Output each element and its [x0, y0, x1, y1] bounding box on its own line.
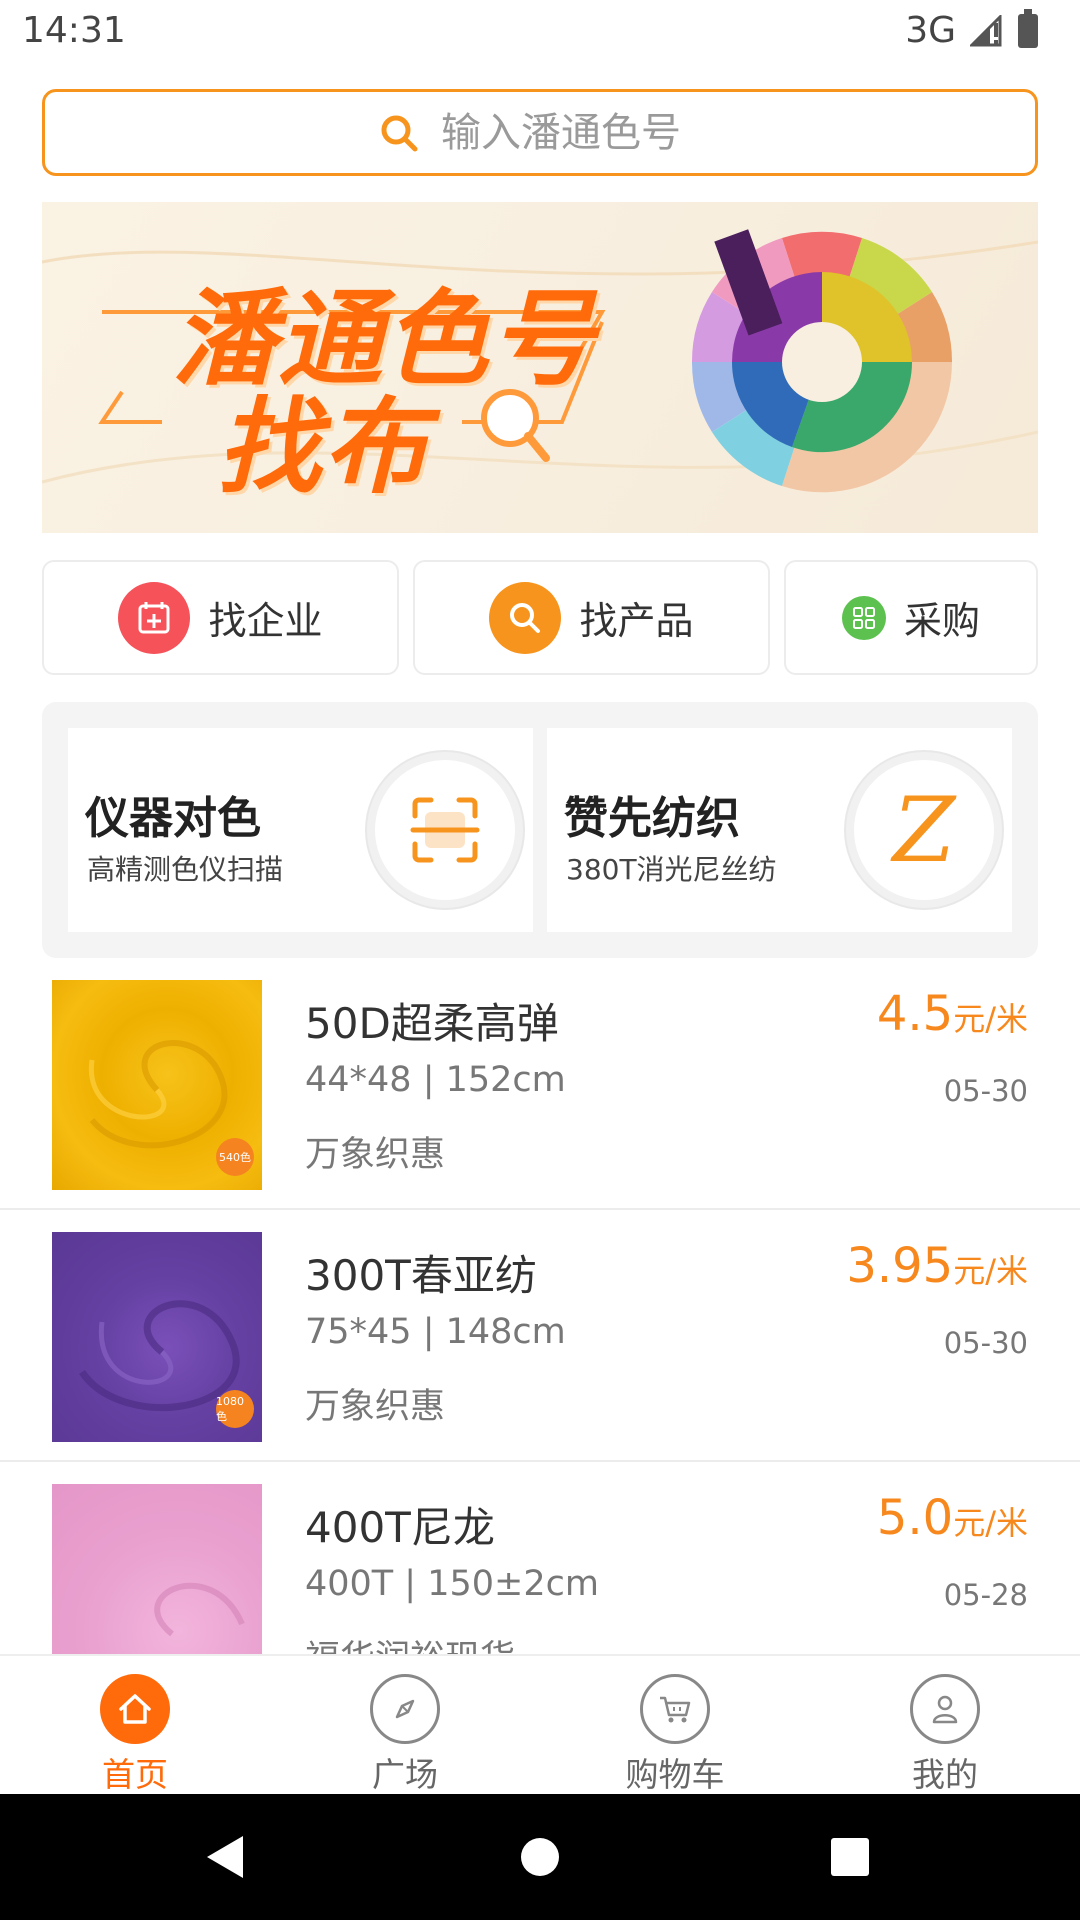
- color-fan-illustration: [691, 229, 953, 493]
- purchase-button[interactable]: 采购: [784, 560, 1038, 675]
- user-icon: [910, 1674, 980, 1744]
- find-product-button[interactable]: 找产品: [413, 560, 770, 675]
- product-spec: 75*45 | 148cm: [305, 1312, 566, 1352]
- product-seller: 万象织惠: [305, 1387, 446, 1427]
- swatch-count-badge: 540色: [216, 1138, 254, 1176]
- product-thumbnail: [52, 1484, 262, 1654]
- swatch-count-badge: 1080色: [216, 1390, 254, 1428]
- product-spec: 400T | 150±2cm: [305, 1564, 599, 1604]
- product-date: 05-30: [943, 1326, 1028, 1360]
- compass-icon: [370, 1674, 440, 1744]
- product-price: 4.5元/米: [876, 986, 1028, 1042]
- product-item[interactable]: 540色 50D超柔高弹 44*48 | 152cm 万象织惠 4.5元/米 0…: [0, 966, 1080, 1217]
- nav-home[interactable]: 首页: [55, 1674, 215, 1796]
- nav-mine[interactable]: 我的: [865, 1674, 1025, 1796]
- search-input[interactable]: [441, 109, 701, 156]
- product-name: 300T春亚纺: [305, 1251, 537, 1300]
- recents-icon[interactable]: [830, 1834, 870, 1880]
- find-enterprise-label: 找企业: [208, 599, 323, 643]
- z-logo-icon: Z: [846, 752, 1002, 908]
- feature-subtitle: 高精测色仪扫描: [87, 853, 284, 886]
- nav-label: 广场: [372, 1755, 438, 1794]
- home-circle-icon[interactable]: [520, 1834, 560, 1880]
- feature-subtitle: 380T消光尼丝纺: [566, 853, 777, 886]
- search-icon: [489, 581, 562, 654]
- search-icon: [381, 115, 418, 151]
- instrument-color-match-card[interactable]: 仪器对色 高精测色仪扫描: [68, 728, 533, 932]
- product-date: 05-28: [943, 1578, 1028, 1612]
- find-product-label: 找产品: [579, 599, 694, 643]
- find-enterprise-button[interactable]: 找企业: [42, 560, 399, 675]
- network-type: 3G: [905, 10, 956, 51]
- nav-label: 首页: [102, 1755, 168, 1794]
- feature-panel: 仪器对色 高精测色仪扫描 赞先纺织 380T消光尼丝纺 Z: [42, 702, 1038, 958]
- product-price: 3.95元/米: [846, 1238, 1028, 1294]
- back-icon[interactable]: [205, 1834, 245, 1880]
- zanxian-textile-card[interactable]: 赞先纺织 380T消光尼丝纺 Z: [547, 728, 1012, 932]
- bottom-nav: 首页 广场 购物车 我的: [0, 1654, 1080, 1794]
- search-bar[interactable]: [42, 89, 1038, 176]
- status-indicators: 3G: [905, 8, 1038, 51]
- feature-title: 赞先纺织: [564, 793, 740, 844]
- product-price: 5.0元/米: [876, 1490, 1028, 1546]
- product-item[interactable]: 400T尼龙 400T | 150±2cm 福华润裕现货 5.0元/米 05-2…: [0, 1470, 1080, 1654]
- nav-label: 我的: [912, 1755, 978, 1794]
- nav-cart[interactable]: 购物车: [595, 1674, 755, 1796]
- product-seller: 福华润裕现货: [305, 1630, 515, 1654]
- feature-title: 仪器对色: [85, 793, 261, 844]
- status-time: 14:31: [22, 10, 126, 51]
- product-date: 05-30: [943, 1074, 1028, 1108]
- cart-icon: [640, 1674, 710, 1744]
- banner-title-line2: 找布: [217, 386, 430, 508]
- product-name: 50D超柔高弹: [305, 999, 559, 1048]
- purchase-label: 采购: [903, 599, 980, 643]
- calendar-plus-icon: [118, 581, 191, 654]
- grid-icon: [841, 595, 886, 640]
- scan-icon: [367, 752, 523, 908]
- system-nav-bar: [0, 1794, 1080, 1920]
- signal-icon: [970, 14, 1002, 46]
- product-spec: 44*48 | 152cm: [305, 1060, 566, 1100]
- home-icon: [100, 1674, 170, 1744]
- nav-label: 购物车: [625, 1755, 725, 1794]
- battery-icon: [1018, 8, 1038, 48]
- status-bar: 14:31 3G: [0, 0, 1080, 64]
- product-thumbnail: 1080色: [52, 1232, 262, 1442]
- promo-banner[interactable]: 潘通色号 找布: [42, 202, 1038, 533]
- divider: [0, 1460, 1080, 1462]
- product-name: 400T尼龙: [305, 1503, 495, 1552]
- nav-square[interactable]: 广场: [325, 1674, 485, 1796]
- product-thumbnail: 540色: [52, 980, 262, 1190]
- product-seller: 万象织惠: [305, 1135, 446, 1175]
- divider: [0, 1208, 1080, 1210]
- product-item[interactable]: 1080色 300T春亚纺 75*45 | 148cm 万象织惠 3.95元/米…: [0, 1218, 1080, 1469]
